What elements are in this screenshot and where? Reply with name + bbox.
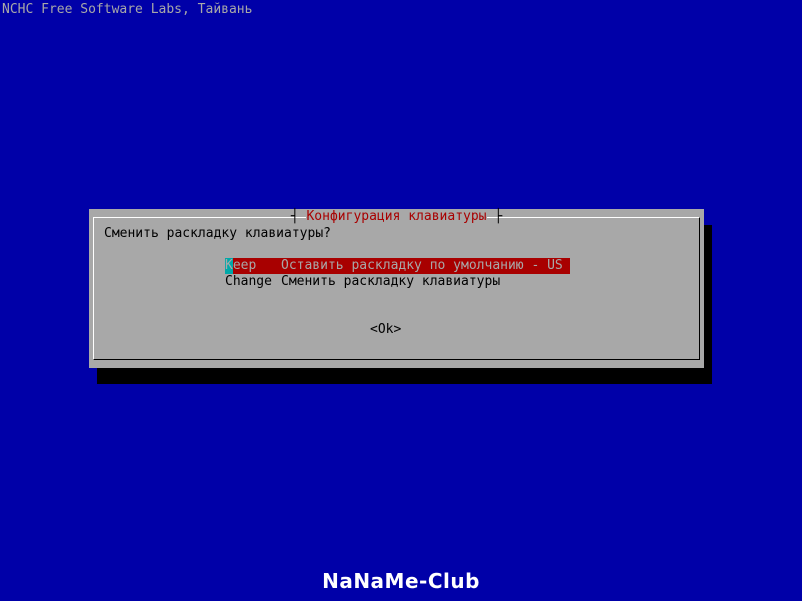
dialog-question: Сменить раскладку клавиатуры? [104, 226, 331, 241]
menu-list: Keep Оставить раскладку по умолчанию - US… [225, 258, 570, 290]
dialog-title-bar: ┤ Конфигурация клавиатуры ├ [89, 209, 704, 225]
title-left-edge: ┤ [290, 209, 307, 224]
dialog-title: Конфигурация клавиатуры [306, 209, 487, 224]
watermark-logo: NaNaMe-Club [322, 569, 480, 593]
menu-item-tag: Keep [225, 258, 281, 274]
menu-item-keep[interactable]: Keep Оставить раскладку по умолчанию - US [225, 258, 570, 274]
backtitle: NCHC Free Software Labs, Тайвань [2, 2, 253, 17]
menu-item-tag-rest: eep [232, 258, 257, 273]
title-right-edge: ├ [486, 209, 503, 224]
menu-item-description: Сменить раскладку клавиатуры [281, 274, 501, 289]
menu-item-description: Оставить раскладку по умолчанию - US [281, 258, 563, 273]
menu-item-hotkey: C [225, 274, 233, 289]
menu-item-hotkey: K [225, 258, 233, 274]
menu-item-change[interactable]: Change Сменить раскладку клавиатуры [225, 274, 570, 290]
ok-button[interactable]: <Ok> [370, 322, 401, 338]
keyboard-config-dialog: ┤ Конфигурация клавиатуры ├ Сменить раск… [89, 209, 704, 368]
menu-item-tag: Change [225, 274, 281, 290]
menu-item-tag-rest: hange [232, 274, 272, 289]
